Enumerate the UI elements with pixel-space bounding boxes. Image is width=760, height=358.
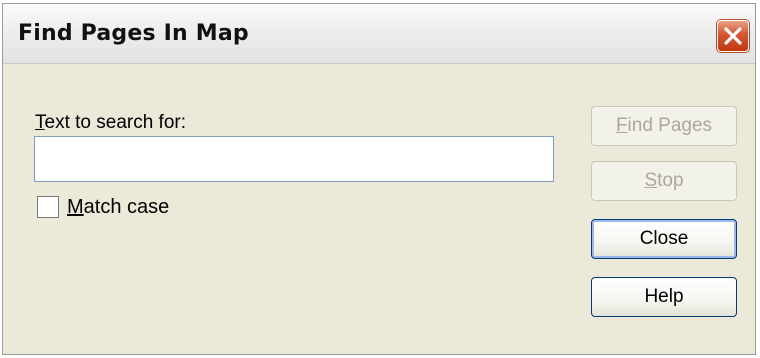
find-pages-button[interactable]: Find Pages bbox=[591, 106, 737, 146]
stop-text: top bbox=[657, 170, 684, 191]
stop-accel: S bbox=[644, 170, 658, 191]
close-button[interactable]: Close bbox=[591, 219, 737, 259]
match-case-text: atch case bbox=[83, 196, 170, 218]
search-label: Text to search for: bbox=[35, 112, 186, 134]
search-label-accel: T bbox=[35, 112, 45, 133]
close-x-icon bbox=[724, 27, 742, 45]
title-bar[interactable]: Find Pages In Map bbox=[3, 4, 755, 64]
window-title: Find Pages In Map bbox=[18, 21, 249, 46]
stop-button[interactable]: Stop bbox=[591, 161, 737, 201]
match-case-label[interactable]: Match case bbox=[67, 196, 169, 219]
search-label-text: ext to search for: bbox=[44, 112, 187, 133]
find-pages-accel: F bbox=[615, 115, 628, 136]
match-case-checkbox[interactable] bbox=[37, 196, 59, 218]
find-pages-text: ind Pages bbox=[627, 115, 713, 136]
window-close-button[interactable] bbox=[717, 20, 749, 52]
find-pages-dialog: Find Pages In Map Text to search for: Ma… bbox=[2, 3, 756, 355]
match-case-accel: M bbox=[67, 196, 84, 218]
help-button[interactable]: Help bbox=[591, 277, 737, 317]
search-input[interactable] bbox=[34, 136, 554, 182]
